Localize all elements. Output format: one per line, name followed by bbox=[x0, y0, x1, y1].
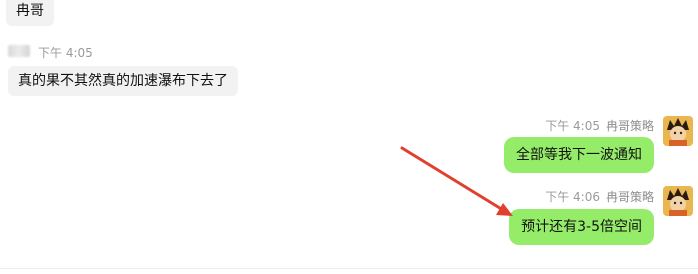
annotation-arrow-icon bbox=[400, 146, 513, 216]
divider bbox=[0, 268, 698, 269]
annotation-arrow-head bbox=[496, 203, 513, 216]
annotation-arrow-shaft bbox=[400, 146, 505, 212]
